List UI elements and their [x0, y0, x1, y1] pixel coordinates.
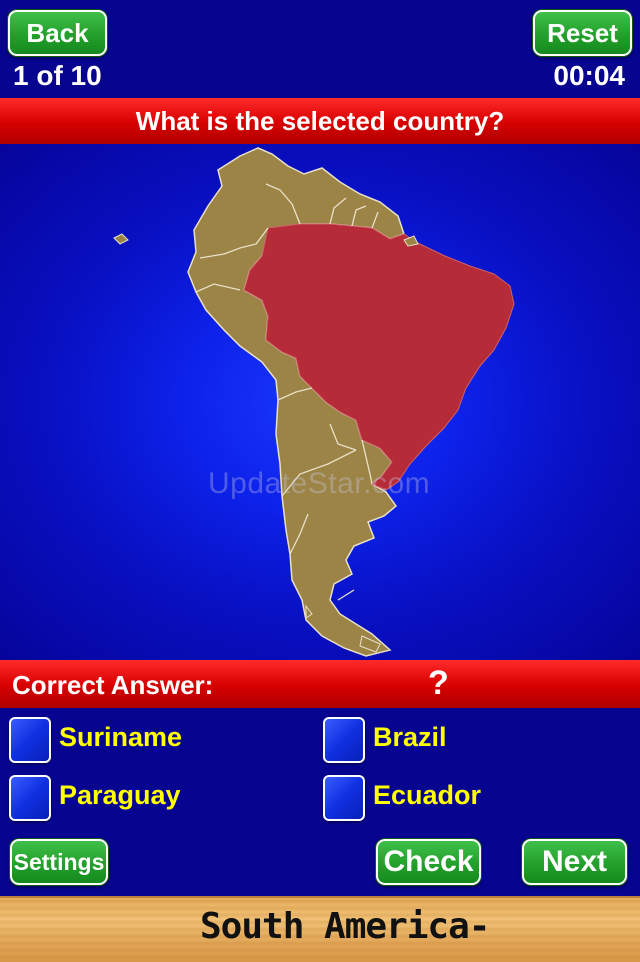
option-paraguay[interactable]: Paraguay: [9, 775, 269, 825]
back-button[interactable]: Back: [8, 10, 107, 56]
region-footer: South America-: [0, 896, 640, 962]
region-label: South America-: [200, 906, 490, 947]
option-label: Paraguay: [59, 780, 181, 810]
reset-button[interactable]: Reset: [533, 10, 632, 56]
option-label: Brazil: [373, 722, 447, 752]
next-button[interactable]: Next: [522, 839, 627, 885]
option-brazil[interactable]: Brazil: [323, 717, 583, 767]
option-checkbox[interactable]: [9, 717, 51, 763]
option-checkbox[interactable]: [9, 775, 51, 821]
question-banner: What is the selected country?: [0, 98, 640, 144]
option-ecuador[interactable]: Ecuador: [323, 775, 583, 825]
option-label: Ecuador: [373, 780, 482, 810]
option-checkbox[interactable]: [323, 717, 365, 763]
timer: 00:04: [553, 60, 625, 91]
correct-answer-value: ?: [428, 664, 449, 702]
option-label: Suriname: [59, 722, 183, 752]
watermark: UpdateStar.com: [208, 467, 431, 500]
correct-answer-label: Correct Answer:: [12, 670, 214, 700]
option-checkbox[interactable]: [323, 775, 365, 821]
answer-banner: Correct Answer: ?: [0, 660, 640, 708]
option-suriname[interactable]: Suriname: [9, 717, 269, 767]
map-view: UpdateStar.com: [0, 144, 640, 660]
question-progress: 1 of 10: [13, 60, 102, 91]
question-text: What is the selected country?: [135, 106, 505, 136]
south-america-map: [113, 147, 515, 657]
check-button[interactable]: Check: [376, 839, 481, 885]
settings-button[interactable]: Settings: [10, 839, 108, 885]
